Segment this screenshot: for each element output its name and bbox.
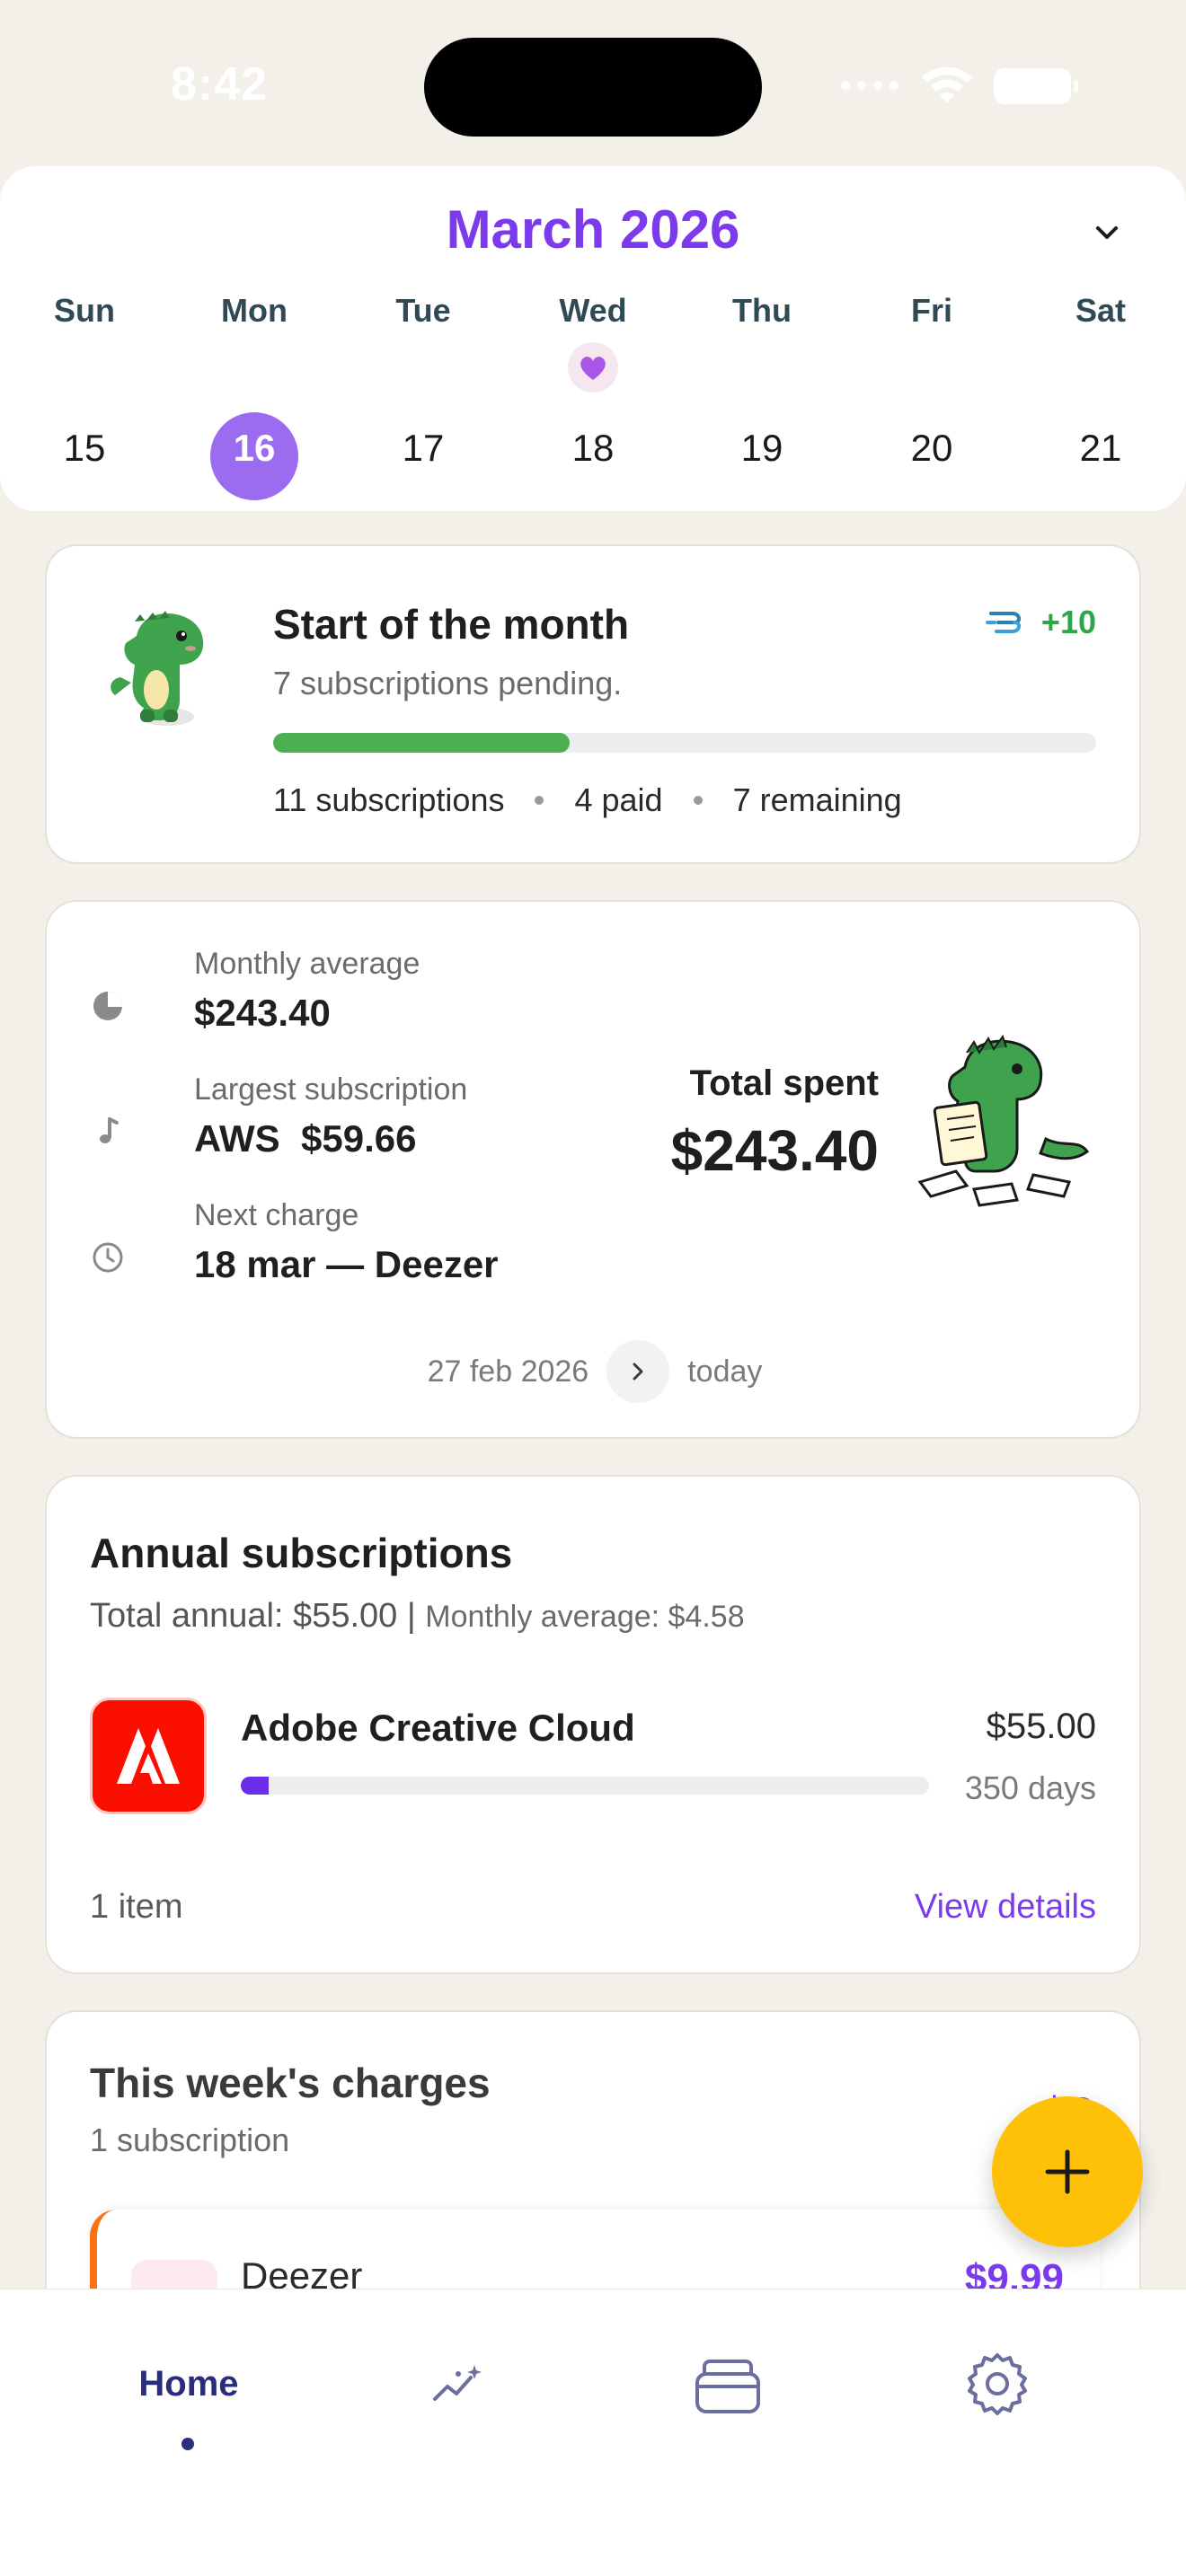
weekly-charges-card[interactable]: This week's charges 1 subscription $9 De…	[45, 2010, 1141, 2333]
day-16[interactable]: 16	[191, 427, 317, 470]
annual-item-progress-fill	[241, 1777, 269, 1795]
weekday-mon: Mon	[221, 292, 288, 329]
heart-icon	[580, 357, 606, 380]
next-charge-value: 18 mar — Deezer	[194, 1243, 499, 1285]
dino-reading-icon	[917, 1034, 1090, 1207]
range-start: 27 feb 2026	[427, 1354, 589, 1389]
annual-summary: Total annual: $55.00 | Monthly average: …	[90, 1597, 745, 1636]
month-progress-card[interactable]: Start of the month 7 subscriptions pendi…	[45, 544, 1141, 864]
signal-icon	[841, 81, 898, 90]
annual-item-count: 1 item	[90, 1888, 183, 1926]
month-title[interactable]: March 2026	[0, 198, 1186, 260]
separator-dot	[693, 796, 703, 805]
largest-subscription-label: Largest subscription	[194, 1072, 468, 1107]
weekday-thu: Thu	[732, 292, 792, 329]
largest-subscription-value: AWS $59.66	[194, 1117, 417, 1160]
weekday-fri: Fri	[910, 292, 952, 329]
annual-subscriptions-card[interactable]: Annual subscriptions Total annual: $55.0…	[45, 1475, 1141, 1974]
weekday-row: Sun Mon Tue Wed Thu Fri Sat	[0, 292, 1186, 337]
speed-icon	[985, 612, 1021, 633]
stat-remaining: 7 remaining	[732, 781, 902, 818]
pie-chart-icon	[93, 992, 122, 1020]
weekday-sun: Sun	[54, 292, 115, 329]
gear-icon	[968, 2353, 1027, 2415]
weekday-tue: Tue	[395, 292, 451, 329]
weekday-sat: Sat	[1075, 292, 1127, 329]
chevron-right-icon	[633, 1363, 643, 1381]
day-15[interactable]: 15	[22, 427, 147, 470]
clock-icon	[93, 1242, 123, 1273]
day-21[interactable]: 21	[1038, 427, 1164, 470]
annual-title: Annual subscriptions	[90, 1530, 513, 1576]
monthly-average-label: Monthly average	[194, 947, 420, 981]
month-progress-fill	[273, 733, 570, 753]
total-spent-label: Total spent	[689, 1063, 879, 1103]
month-progress-stats: 11 subscriptions 4 paid 7 remaining	[273, 781, 902, 819]
annual-item-name[interactable]: Adobe Creative Cloud	[241, 1707, 635, 1750]
music-note-icon	[100, 1117, 119, 1143]
cards-icon	[695, 2360, 760, 2413]
wifi-icon	[922, 66, 972, 102]
next-charge-label: Next charge	[194, 1198, 359, 1232]
annual-item-progress	[241, 1777, 929, 1795]
weekday-wed: Wed	[559, 292, 627, 329]
dino-mascot-icon	[111, 611, 204, 726]
charge-marker	[568, 342, 618, 393]
tab-home[interactable]: Home	[81, 2330, 296, 2438]
tab-cards[interactable]	[620, 2330, 836, 2438]
view-details-link[interactable]: View details	[915, 1888, 1096, 1927]
month-progress-title: Start of the month	[273, 601, 630, 648]
status-bar: 8:42	[0, 0, 1186, 162]
weekly-subtitle: 1 subscription	[90, 2122, 290, 2158]
active-tab-indicator	[181, 2438, 194, 2450]
xp-badge: +10	[985, 604, 1096, 641]
day-19[interactable]: 19	[699, 427, 825, 470]
annual-separator: |	[406, 1597, 416, 1635]
date-range: 27 feb 2026 today	[47, 1340, 1143, 1403]
add-subscription-button[interactable]	[992, 2096, 1143, 2247]
battery-icon	[994, 68, 1078, 104]
day-17[interactable]: 17	[360, 427, 486, 470]
week-calendar: March 2026 Sun Mon Tue Wed Thu Fri Sat 1…	[0, 166, 1186, 511]
annual-item-days: 350 days	[964, 1769, 1096, 1806]
annual-monthly-average: Monthly average: $4.58	[425, 1600, 745, 1634]
plus-icon	[1045, 2149, 1090, 2194]
stat-subscriptions: 11 subscriptions	[273, 781, 505, 818]
tab-insights[interactable]	[350, 2330, 566, 2438]
annual-total: Total annual: $55.00	[90, 1597, 398, 1635]
dynamic-island	[424, 38, 762, 137]
xp-value: +10	[1040, 604, 1096, 640]
range-next-button[interactable]	[606, 1340, 670, 1403]
month-progress-subtitle: 7 subscriptions pending.	[273, 665, 623, 701]
status-time: 8:42	[171, 58, 269, 110]
adobe-logo-icon	[90, 1698, 207, 1814]
annual-item-price: $55.00	[986, 1707, 1096, 1746]
month-progress-bar	[273, 733, 1096, 753]
spending-summary-card[interactable]: Monthly average $243.40 Largest subscrip…	[45, 900, 1141, 1439]
tab-settings[interactable]	[890, 2330, 1105, 2438]
separator-dot	[535, 796, 544, 805]
total-spent-value: $243.40	[670, 1118, 879, 1183]
day-18[interactable]: 18	[530, 427, 656, 470]
chevron-down-icon[interactable]	[1091, 216, 1123, 249]
tab-home-label: Home	[138, 2363, 239, 2404]
stat-paid: 4 paid	[574, 781, 663, 818]
day-20[interactable]: 20	[869, 427, 995, 470]
range-end: today	[687, 1354, 763, 1389]
weekly-title: This week's charges	[90, 2060, 491, 2106]
monthly-average-value: $243.40	[194, 992, 331, 1034]
insights-icon	[433, 2365, 482, 2401]
